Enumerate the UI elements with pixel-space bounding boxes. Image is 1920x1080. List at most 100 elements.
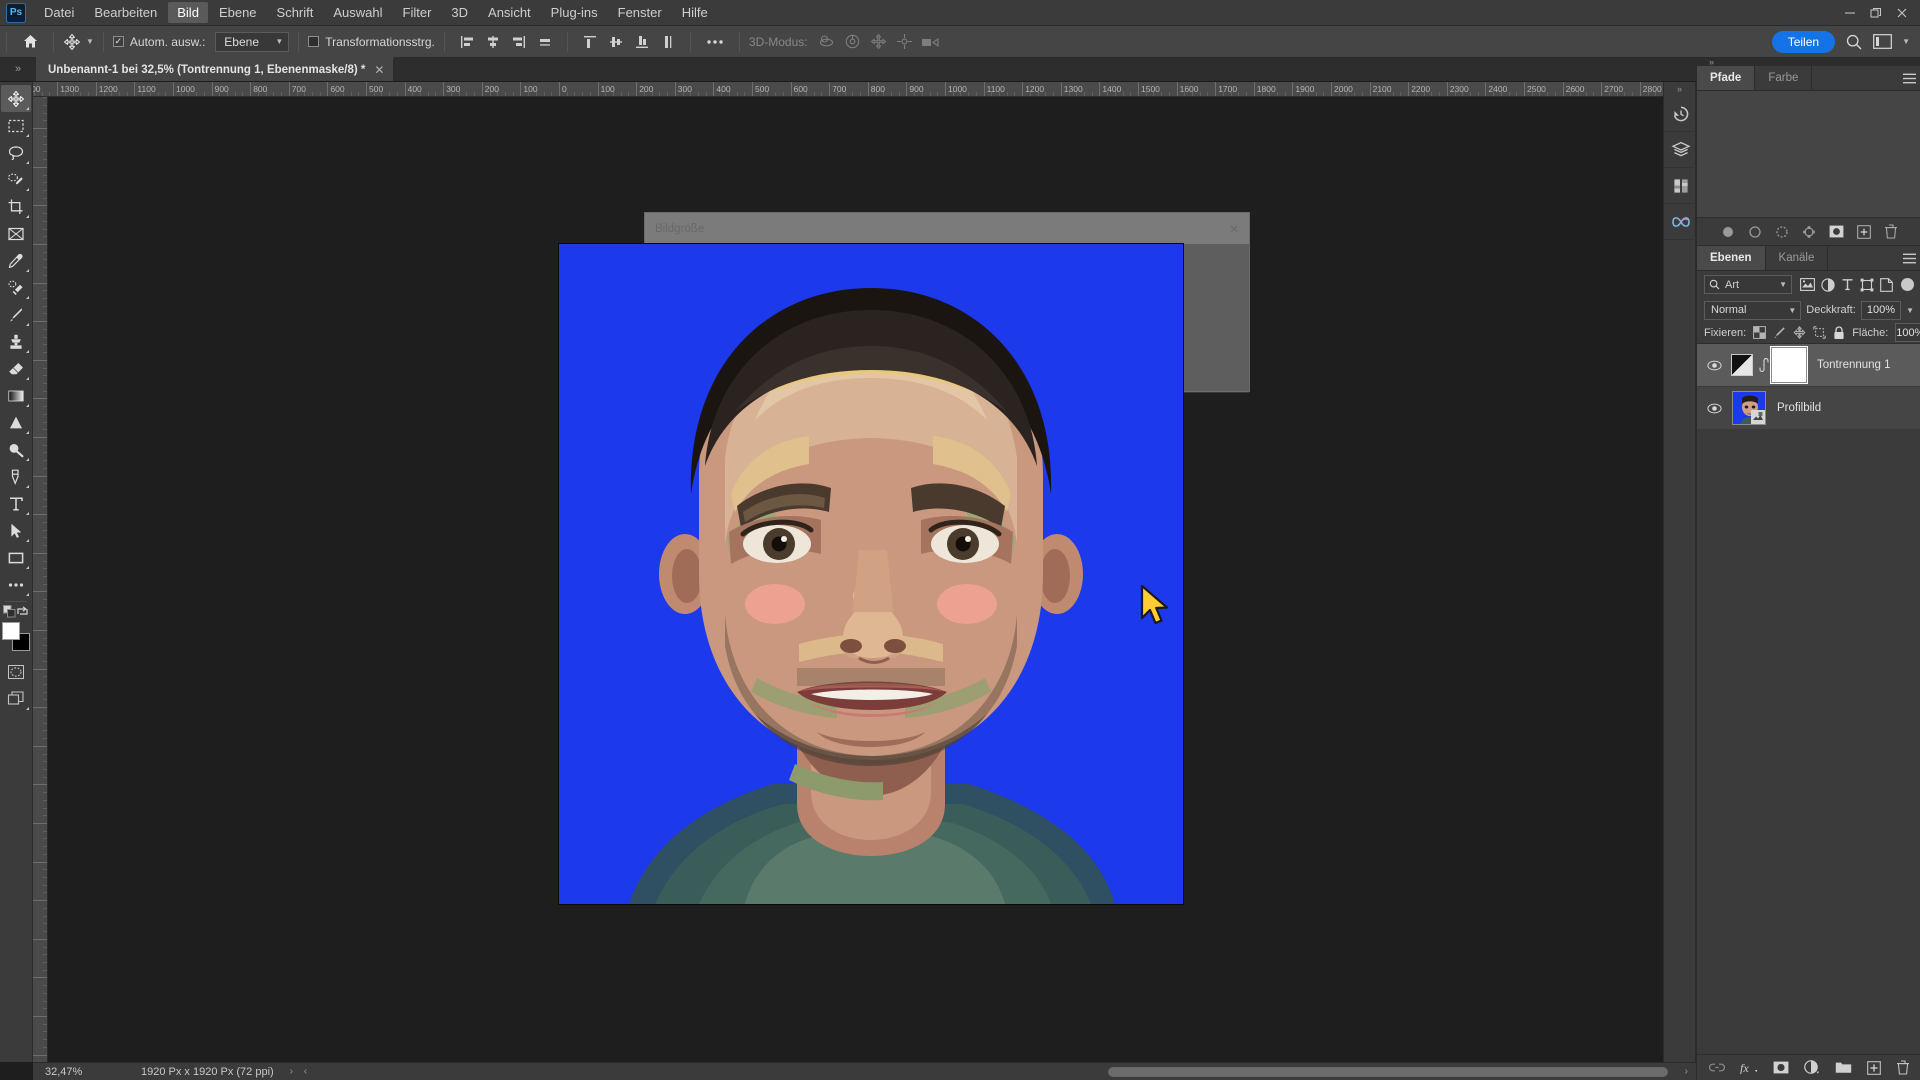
- shape-layer-filter-icon[interactable]: [1860, 278, 1874, 292]
- canvas-area[interactable]: Bildgröße ✕: [48, 97, 1696, 1062]
- quick-selection-tool[interactable]: [1, 166, 31, 193]
- layer-thumbnail[interactable]: [1732, 391, 1766, 425]
- transform-controls-checkbox[interactable]: [308, 36, 320, 47]
- distribute-horizontal-icon[interactable]: [534, 31, 556, 53]
- filter-toggle-icon[interactable]: [1901, 278, 1914, 291]
- mask-link-icon[interactable]: [1757, 358, 1771, 372]
- new-path-icon[interactable]: [1856, 224, 1871, 239]
- auto-select-scope-select[interactable]: Ebene ▼: [215, 31, 290, 52]
- menu-item-3d[interactable]: 3D: [442, 2, 477, 23]
- search-icon[interactable]: [1845, 33, 1863, 51]
- lasso-tool[interactable]: [1, 139, 31, 166]
- layer-name[interactable]: Profilbild: [1766, 402, 1821, 414]
- add-layer-mask-icon[interactable]: [1773, 1061, 1789, 1074]
- swap-colors-icon[interactable]: [16, 605, 29, 618]
- quick-mask-icon[interactable]: [1, 658, 31, 685]
- distribute-vertical-icon[interactable]: [657, 31, 679, 53]
- add-mask-icon[interactable]: [1829, 225, 1844, 238]
- lock-position-icon[interactable]: [1793, 326, 1806, 339]
- menu-item-plug-ins[interactable]: Plug-ins: [542, 2, 607, 23]
- new-group-icon[interactable]: [1835, 1061, 1852, 1074]
- smart-object-filter-icon[interactable]: [1880, 277, 1893, 292]
- layer-name[interactable]: Tontrennung 1: [1806, 359, 1891, 371]
- double-chevron-right-icon[interactable]: »: [0, 57, 36, 81]
- layer-mask-thumbnail[interactable]: [1771, 347, 1807, 383]
- menu-item-ebene[interactable]: Ebene: [210, 2, 266, 23]
- new-adjustment-layer-icon[interactable]: [1803, 1060, 1820, 1075]
- stroke-path-icon[interactable]: [1748, 225, 1762, 239]
- scrollbar-thumb[interactable]: [1108, 1066, 1668, 1077]
- horizontal-type-tool[interactable]: [1, 490, 31, 517]
- layer-filter-kind-select[interactable]: Art ▼: [1704, 275, 1792, 294]
- align-center-horizontal-icon[interactable]: [482, 31, 504, 53]
- color-swatches[interactable]: [1, 622, 31, 652]
- panel-menu-icon[interactable]: [1897, 246, 1920, 270]
- align-right-icon[interactable]: [508, 31, 530, 53]
- adjustments-panel-icon[interactable]: [1664, 168, 1697, 204]
- brush-tool[interactable]: [1, 301, 31, 328]
- close-icon[interactable]: ✕: [1229, 222, 1239, 236]
- libraries-panel-icon[interactable]: [1664, 204, 1697, 240]
- frame-tool[interactable]: [1, 220, 31, 247]
- spot-healing-brush-tool[interactable]: [1, 274, 31, 301]
- menu-item-hilfe[interactable]: Hilfe: [673, 2, 717, 23]
- double-chevron-right-icon[interactable]: »: [1664, 82, 1695, 96]
- crop-tool[interactable]: [1, 193, 31, 220]
- pixel-layer-filter-icon[interactable]: [1800, 278, 1815, 291]
- menu-item-bild[interactable]: Bild: [168, 2, 208, 23]
- delete-layer-icon[interactable]: [1896, 1060, 1910, 1075]
- chevron-down-icon[interactable]: ▼: [86, 37, 94, 46]
- link-layers-icon[interactable]: [1708, 1062, 1725, 1073]
- path-selection-tool[interactable]: [1, 517, 31, 544]
- tab-ebenen[interactable]: Ebenen: [1697, 246, 1766, 270]
- menu-item-auswahl[interactable]: Auswahl: [324, 2, 391, 23]
- layer-visibility-eye-icon[interactable]: [1701, 403, 1727, 414]
- table-row[interactable]: Profilbild: [1697, 387, 1920, 430]
- foreground-color-swatch[interactable]: [2, 622, 20, 640]
- fill-path-icon[interactable]: [1721, 225, 1735, 239]
- delete-path-icon[interactable]: [1884, 224, 1898, 239]
- auto-select-checkbox[interactable]: ✓: [112, 36, 124, 47]
- table-row[interactable]: Tontrennung 1: [1697, 344, 1920, 387]
- tab-farbe[interactable]: Farbe: [1755, 66, 1813, 90]
- screen-mode-icon[interactable]: [1, 685, 31, 712]
- chevron-down-icon[interactable]: ▼: [1906, 306, 1914, 315]
- status-nav-arrows[interactable]: › ‹: [274, 1066, 311, 1077]
- share-button[interactable]: Teilen: [1771, 30, 1836, 53]
- eraser-tool[interactable]: [1, 355, 31, 382]
- align-bottom-icon[interactable]: [631, 31, 653, 53]
- layer-comps-panel-icon[interactable]: [1664, 132, 1697, 168]
- eyedropper-tool[interactable]: [1, 247, 31, 274]
- layer-style-fx-icon[interactable]: fx: [1740, 1061, 1758, 1074]
- load-path-as-selection-icon[interactable]: [1775, 225, 1789, 239]
- rectangular-marquee-tool[interactable]: [1, 112, 31, 139]
- chevron-down-icon[interactable]: ▼: [1902, 37, 1910, 46]
- align-middle-vertical-icon[interactable]: [605, 31, 627, 53]
- window-minimize-icon[interactable]: [1844, 7, 1856, 19]
- lock-artboard-nesting-icon[interactable]: [1813, 326, 1826, 339]
- menu-item-datei[interactable]: Datei: [35, 2, 83, 23]
- clone-stamp-tool[interactable]: [1, 328, 31, 355]
- paths-list[interactable]: [1697, 91, 1920, 217]
- panel-menu-icon[interactable]: [1897, 66, 1920, 90]
- tab-pfade[interactable]: Pfade: [1697, 66, 1756, 90]
- layer-visibility-eye-icon[interactable]: [1701, 360, 1727, 371]
- type-layer-filter-icon[interactable]: [1841, 278, 1854, 291]
- fill-value[interactable]: 100%: [1895, 323, 1920, 342]
- blend-mode-select[interactable]: Normal ▼: [1704, 300, 1802, 320]
- lock-transparent-pixels-icon[interactable]: [1753, 326, 1767, 339]
- scroll-right-icon[interactable]: ›: [1685, 1066, 1688, 1077]
- history-panel-icon[interactable]: [1664, 96, 1697, 132]
- workspace-icon[interactable]: [1873, 34, 1892, 49]
- close-icon[interactable]: ✕: [374, 63, 384, 77]
- pen-tool[interactable]: [1, 463, 31, 490]
- more-tools[interactable]: [1, 571, 31, 598]
- menu-item-ansicht[interactable]: Ansicht: [479, 2, 540, 23]
- menu-item-bearbeiten[interactable]: Bearbeiten: [85, 2, 166, 23]
- align-left-icon[interactable]: [456, 31, 478, 53]
- window-close-icon[interactable]: [1896, 7, 1908, 19]
- gradient-tool[interactable]: [1, 382, 31, 409]
- document-artboard[interactable]: [559, 244, 1183, 904]
- blur-tool[interactable]: [1, 409, 31, 436]
- window-restore-icon[interactable]: [1870, 7, 1882, 19]
